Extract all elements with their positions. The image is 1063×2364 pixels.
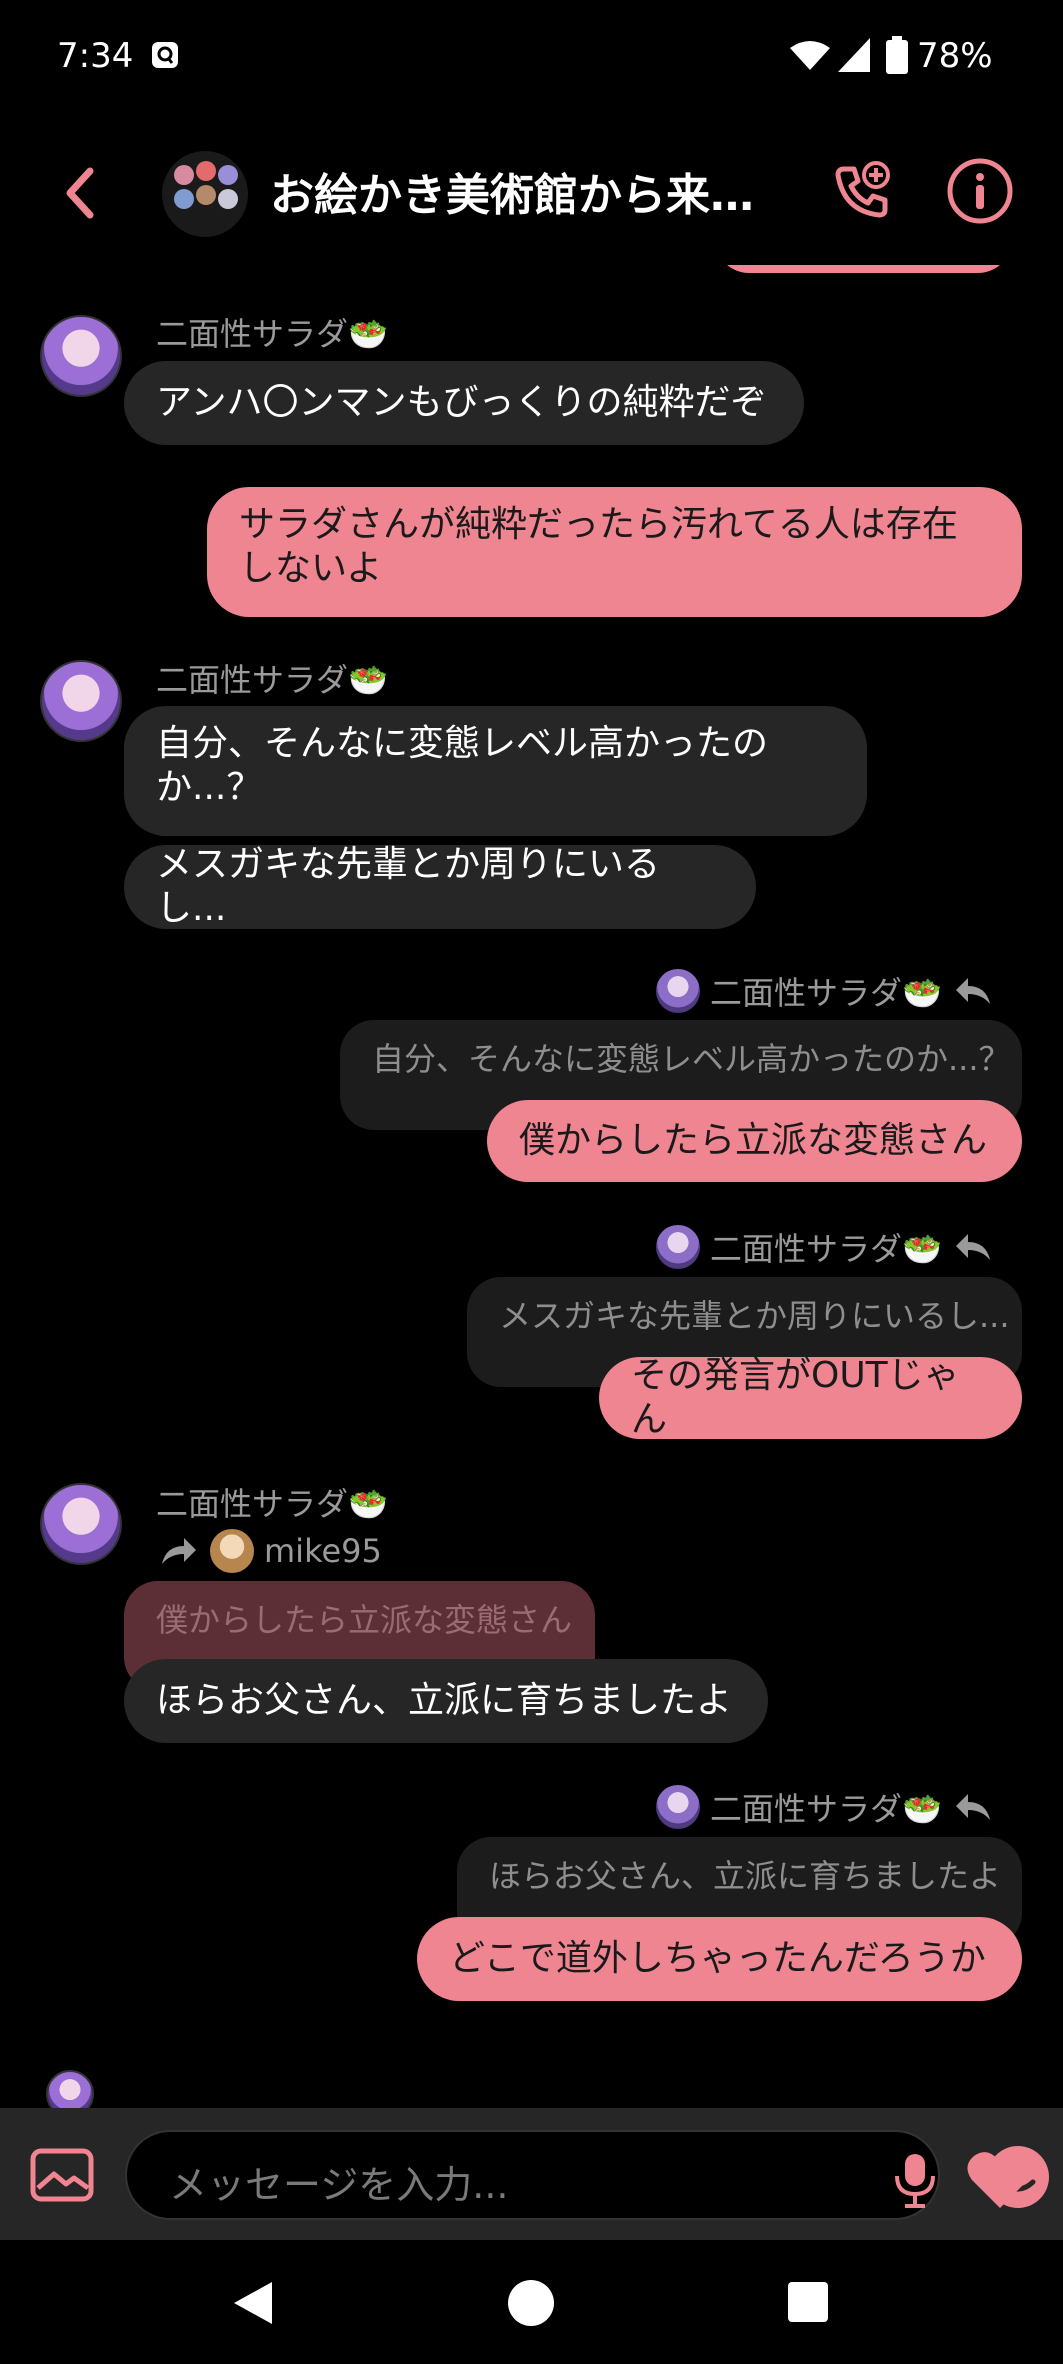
message-bubble[interactable]: メスガキな先輩とか周りにいるし...: [124, 844, 756, 929]
gallery-icon[interactable]: [30, 2148, 94, 2202]
forward-icon: [162, 1538, 196, 1564]
message-input[interactable]: メッセージを入力...: [125, 2130, 1049, 2220]
reply-sender: 二面性サラダ🥗: [710, 1230, 942, 1268]
status-time: 7:34: [57, 36, 134, 76]
system-nav-bar: [0, 2240, 1063, 2364]
chat-header: お絵かき美術館から来た...: [0, 115, 1063, 265]
nav-back-icon[interactable]: [232, 2280, 274, 2326]
notification-icon: [152, 42, 178, 68]
sender-avatar[interactable]: [46, 2070, 94, 2108]
reply-avatar: [656, 1225, 700, 1269]
back-icon[interactable]: [60, 163, 100, 223]
reply-sender: 二面性サラダ🥗: [710, 1790, 942, 1828]
reply-header: 二面性サラダ🥗: [656, 1783, 992, 1831]
message-bubble[interactable]: アンハ〇ンマンもびっくりの純粋だぞ: [124, 361, 804, 445]
info-icon[interactable]: [946, 157, 1014, 225]
wifi-icon: [790, 41, 830, 70]
forward-header: mike95: [160, 1527, 382, 1575]
nav-recents-button[interactable]: [788, 2282, 828, 2322]
reply-sender: 二面性サラダ🥗: [710, 974, 942, 1012]
message-bubble[interactable]: ほらお父さん、立派に育ちましたよ: [124, 1659, 768, 1743]
sender-avatar[interactable]: [40, 315, 122, 397]
reply-header: 二面性サラダ🥗: [656, 967, 992, 1015]
reply-avatar: [656, 1785, 700, 1829]
message-list[interactable]: 二面性サラダ🥗 アンハ〇ンマンもびっくりの純粋だぞ サラダさんが純粋だったら汚れ…: [0, 265, 1063, 2108]
sender-name: 二面性サラダ🥗: [156, 315, 388, 353]
message-bubble[interactable]: 自分、そんなに変態レベル高かったのか...？: [124, 706, 867, 836]
battery-percent: 78%: [917, 36, 993, 76]
sender-avatar[interactable]: [40, 660, 122, 742]
heart-icon[interactable]: [964, 2148, 1036, 2210]
add-call-icon[interactable]: [830, 159, 894, 223]
forward-avatar: [210, 1529, 254, 1573]
message-bubble[interactable]: サラダさんが純粋だったら汚れてる人は存在しないよ: [207, 487, 1022, 617]
sender-name: 二面性サラダ🥗: [156, 1485, 388, 1523]
message-bubble[interactable]: どこで道外しちゃったんだろうか: [417, 1917, 1022, 2001]
sender-name: 二面性サラダ🥗: [156, 661, 388, 699]
nav-home-button[interactable]: [508, 2280, 554, 2326]
reply-header: 二面性サラダ🥗: [656, 1223, 992, 1271]
status-bar: 7:34 78%: [0, 0, 1063, 115]
reply-icon: [955, 978, 990, 1004]
message-bubble-partial: [715, 265, 1012, 273]
reply-icon: [955, 1794, 990, 1820]
reply-avatar: [656, 969, 700, 1013]
message-composer: メッセージを入力...: [0, 2108, 1063, 2240]
cellular-icon: [838, 38, 870, 72]
message-bubble[interactable]: 僕からしたら立派な変態さん: [487, 1100, 1022, 1182]
reply-icon: [955, 1234, 990, 1260]
message-input-placeholder: メッセージを入力...: [169, 2163, 509, 2207]
group-avatar[interactable]: [162, 151, 248, 237]
message-bubble[interactable]: その発言がOUTじゃん: [599, 1355, 1022, 1440]
sender-avatar[interactable]: [40, 1483, 122, 1565]
battery-icon: [886, 36, 908, 74]
mic-icon[interactable]: [893, 2152, 937, 2208]
chat-title[interactable]: お絵かき美術館から来た...: [270, 159, 790, 223]
forward-sender: mike95: [264, 1532, 382, 1570]
